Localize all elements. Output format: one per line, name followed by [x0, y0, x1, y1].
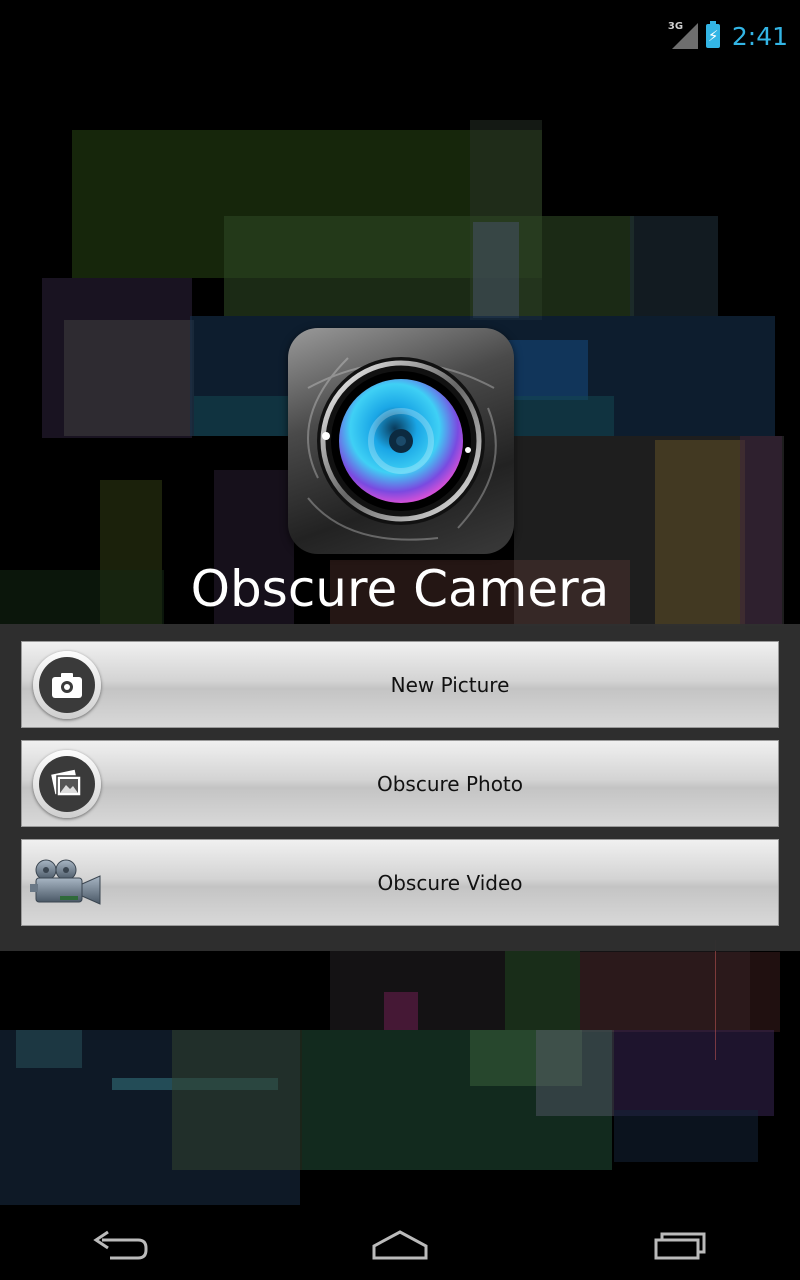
preview-block	[64, 320, 194, 436]
app-title: Obscure Camera	[190, 560, 610, 618]
obscure-photo-button[interactable]: Obscure Photo	[21, 740, 779, 827]
preview-block	[715, 940, 716, 1060]
back-button[interactable]	[80, 1222, 160, 1270]
preview-block	[536, 1030, 614, 1116]
preview-block	[16, 1030, 82, 1068]
obscure-photo-label: Obscure Photo	[376, 772, 524, 796]
battery-charging-icon: ⚡	[705, 21, 720, 48]
video-camera-icon	[30, 858, 106, 915]
status-icons: 3G ⚡ 2:41	[668, 20, 788, 52]
back-icon	[93, 1230, 148, 1260]
camera-icon	[33, 651, 101, 719]
preview-block	[384, 992, 418, 1030]
lens-graphic	[307, 357, 497, 541]
preview-block	[580, 952, 780, 1032]
new-picture-button[interactable]: New Picture	[21, 641, 779, 728]
home-icon	[372, 1230, 428, 1260]
video-glyph	[30, 859, 101, 905]
new-picture-label: New Picture	[390, 673, 510, 697]
camera-lens-icon	[288, 328, 514, 554]
preview-block	[505, 950, 580, 1030]
preview-block	[473, 222, 519, 318]
preview-block	[508, 340, 588, 400]
navigation-bar	[0, 1208, 800, 1280]
preview-block	[172, 1030, 302, 1170]
recent-apps-icon	[654, 1232, 706, 1260]
obscure-video-label: Obscure Video	[377, 871, 523, 895]
preview-block	[224, 216, 634, 316]
recent-apps-button[interactable]	[640, 1222, 720, 1270]
screen: 3G ⚡ 2:41 Obscure Camera New Picture Obs…	[0, 0, 800, 1280]
preview-block	[630, 216, 718, 316]
status-bar: 3G ⚡ 2:41	[0, 0, 800, 72]
obscure-video-button[interactable]: Obscure Video	[21, 839, 779, 926]
charging-bolt-icon: ⚡	[707, 27, 719, 45]
preview-block	[614, 1110, 758, 1162]
photo-gallery-icon	[33, 750, 101, 818]
network-3g-icon: 3G	[667, 21, 698, 49]
photo-glyph	[51, 769, 82, 797]
camera-glyph	[52, 673, 82, 698]
status-clock: 2:41	[731, 21, 788, 51]
network-label: 3G	[667, 21, 684, 32]
home-button[interactable]	[360, 1222, 440, 1270]
preview-block	[614, 1030, 774, 1116]
